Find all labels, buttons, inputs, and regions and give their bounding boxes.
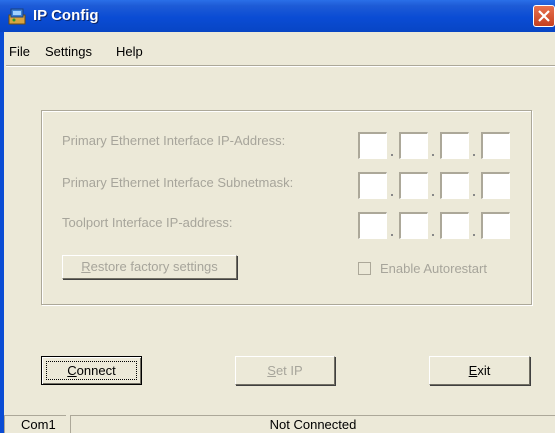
autorestart-checkbox[interactable] bbox=[358, 262, 371, 275]
octet-dot bbox=[432, 154, 434, 156]
primary-mask-octet-4[interactable] bbox=[481, 172, 510, 199]
toolport-ip-octet-2[interactable] bbox=[399, 212, 428, 239]
octet-dot bbox=[432, 234, 434, 236]
status-port: Com1 bbox=[4, 415, 66, 433]
close-icon bbox=[538, 10, 550, 22]
primary-ip-label: Primary Ethernet Interface IP-Address: bbox=[62, 133, 286, 148]
primary-ip-octet-4[interactable] bbox=[481, 132, 510, 159]
primary-ip-octet-3[interactable] bbox=[440, 132, 469, 159]
octet-dot bbox=[473, 234, 475, 236]
exit-mnemonic: E bbox=[468, 363, 478, 378]
menu-separator-highlight bbox=[6, 66, 555, 67]
primary-ip-field bbox=[358, 132, 512, 160]
exit-label: xit bbox=[477, 363, 491, 378]
octet-dot bbox=[473, 154, 475, 156]
exit-button[interactable]: Exit bbox=[429, 356, 530, 385]
restore-factory-button[interactable]: Restore factory settings bbox=[62, 255, 237, 279]
toolport-ip-octet-4[interactable] bbox=[481, 212, 510, 239]
connect-button[interactable]: Connect bbox=[41, 356, 142, 385]
primary-ip-octet-2[interactable] bbox=[399, 132, 428, 159]
primary-mask-label: Primary Ethernet Interface Subnetmask: bbox=[62, 175, 294, 190]
focus-indicator bbox=[46, 361, 137, 380]
setip-label: et IP bbox=[275, 363, 303, 378]
toolport-ip-label: Toolport Interface IP-address: bbox=[62, 215, 233, 230]
octet-dot bbox=[391, 154, 393, 156]
toolport-ip-field bbox=[358, 212, 512, 240]
primary-mask-field bbox=[358, 172, 512, 200]
primary-mask-octet-3[interactable] bbox=[440, 172, 469, 199]
autorestart-label: Enable Autorestart bbox=[380, 261, 487, 276]
primary-ip-octet-1[interactable] bbox=[358, 132, 387, 159]
octet-dot bbox=[391, 234, 393, 236]
window-title: IP Config bbox=[33, 7, 99, 24]
status-bar: Com1 Not Connected bbox=[0, 415, 555, 433]
octet-dot bbox=[432, 194, 434, 196]
toolport-ip-octet-3[interactable] bbox=[440, 212, 469, 239]
toolport-ip-octet-1[interactable] bbox=[358, 212, 387, 239]
status-connection: Not Connected bbox=[70, 415, 555, 433]
app-icon bbox=[8, 8, 26, 25]
octet-dot bbox=[473, 194, 475, 196]
set-ip-button[interactable]: Set IP bbox=[235, 356, 335, 385]
setip-mnemonic: S bbox=[267, 363, 276, 378]
main-window: IP Config File Settings Help Primary Eth… bbox=[0, 0, 555, 433]
primary-mask-octet-2[interactable] bbox=[399, 172, 428, 199]
window-border bbox=[0, 32, 4, 433]
title-bar[interactable]: IP Config bbox=[0, 0, 555, 32]
primary-mask-octet-1[interactable] bbox=[358, 172, 387, 199]
menu-file[interactable]: File bbox=[9, 44, 30, 59]
octet-dot bbox=[391, 194, 393, 196]
restore-label: estore factory settings bbox=[90, 259, 218, 274]
restore-mnemonic: R bbox=[81, 259, 91, 274]
menu-help[interactable]: Help bbox=[116, 44, 143, 59]
close-button[interactable] bbox=[533, 5, 555, 27]
menu-settings[interactable]: Settings bbox=[45, 44, 92, 59]
